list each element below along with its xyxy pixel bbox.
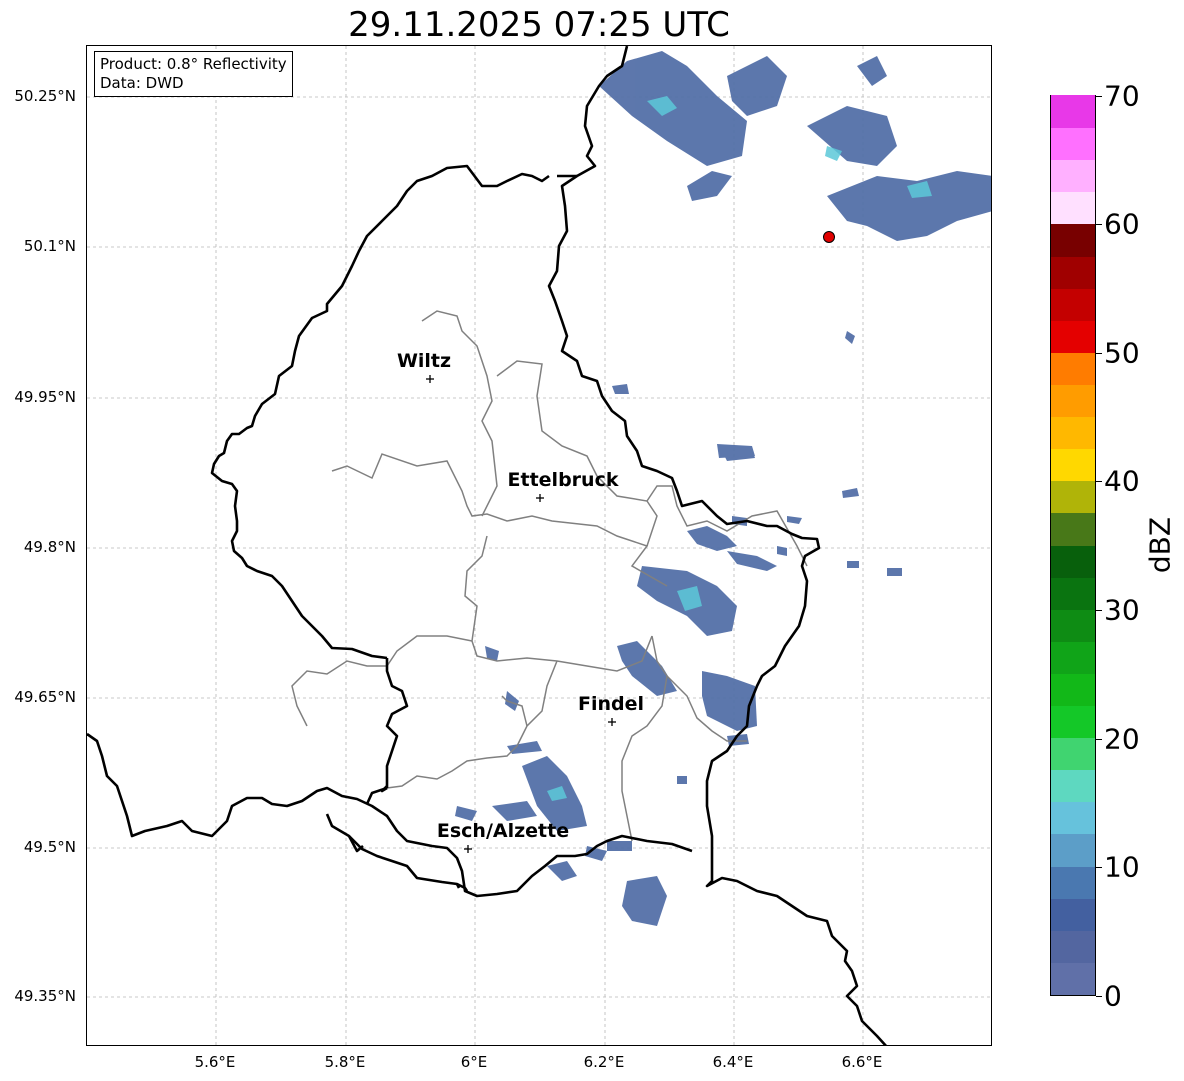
colorbar-segment	[1051, 898, 1095, 931]
lat-label: 49.65°N	[14, 688, 76, 706]
colorbar-tick	[1096, 739, 1102, 740]
lat-label: 49.35°N	[14, 987, 76, 1005]
colorbar-segment	[1051, 159, 1095, 193]
colorbar-segment	[1051, 288, 1095, 321]
colorbar	[1050, 95, 1096, 996]
colorbar-segment	[1051, 255, 1095, 289]
colorbar-segment	[1051, 223, 1095, 257]
lon-label: 5.6°E	[194, 1053, 236, 1071]
lon-label: 5.8°E	[324, 1053, 366, 1071]
colorbar-segment	[1051, 480, 1095, 514]
colorbar-segment	[1051, 384, 1095, 418]
colorbar-tick-label: 50	[1104, 336, 1140, 370]
map-canvas	[87, 46, 991, 1045]
colorbar-segment	[1051, 833, 1095, 867]
city-label-wiltz: Wiltz	[396, 350, 452, 372]
colorbar-segment	[1051, 641, 1095, 674]
colorbar-tick	[1096, 867, 1102, 868]
city-label-ettelbruck: Ettelbruck	[507, 469, 619, 491]
colorbar-tick-label: 30	[1104, 593, 1140, 627]
colorbar-segment	[1051, 512, 1095, 546]
colorbar-tick	[1096, 996, 1102, 997]
radar-map[interactable]	[86, 45, 992, 1046]
radar-site-marker	[823, 231, 835, 243]
colorbar-tick	[1096, 224, 1102, 225]
lon-label: 6.4°E	[712, 1053, 754, 1071]
colorbar-segment	[1051, 705, 1095, 739]
colorbar-tick	[1096, 353, 1102, 354]
colorbar-segment	[1051, 801, 1095, 835]
colorbar-segment	[1051, 416, 1095, 450]
city-label-findel: Findel	[577, 693, 645, 715]
lat-label: 49.5°N	[23, 838, 76, 856]
lon-label: 6.6°E	[841, 1053, 883, 1071]
colorbar-segment	[1051, 95, 1095, 129]
lat-label: 49.8°N	[23, 538, 76, 556]
colorbar-segment	[1051, 737, 1095, 771]
colorbar-tick	[1096, 610, 1102, 611]
colorbar-segment	[1051, 962, 1095, 995]
colorbar-segment	[1051, 320, 1095, 353]
colorbar-segment	[1051, 544, 1095, 578]
colorbar-segment	[1051, 127, 1095, 161]
colorbar-segment	[1051, 673, 1095, 707]
lon-label: 6°E	[460, 1053, 488, 1071]
colorbar-segment	[1051, 865, 1095, 899]
colorbar-segment	[1051, 191, 1095, 225]
colorbar-tick	[1096, 481, 1102, 482]
colorbar-tick-label: 0	[1104, 979, 1122, 1013]
product-info-box: Product: 0.8° Reflectivity Data: DWD	[94, 51, 293, 97]
lon-label: 6.2°E	[583, 1053, 625, 1071]
colorbar-segment	[1051, 577, 1095, 610]
national-border	[87, 46, 887, 1045]
colorbar-segment	[1051, 609, 1095, 642]
product-label: Product: 0.8° Reflectivity	[100, 55, 287, 73]
city-label-esch-alzette: Esch/Alzette	[436, 820, 570, 842]
colorbar-segment	[1051, 930, 1095, 963]
lat-label: 50.25°N	[14, 87, 76, 105]
lat-label: 50.1°N	[23, 237, 76, 255]
colorbar-tick-label: 20	[1104, 722, 1140, 756]
colorbar-tick-label: 40	[1104, 464, 1140, 498]
colorbar-segment	[1051, 352, 1095, 385]
data-source-label: Data: DWD	[100, 74, 184, 92]
city-markers	[426, 375, 616, 853]
colorbar-label: dBZ	[1143, 516, 1177, 574]
colorbar-segment	[1051, 769, 1095, 803]
colorbar-segment	[1051, 448, 1095, 482]
map-title: 29.11.2025 07:25 UTC	[348, 5, 730, 45]
colorbar-tick	[1096, 96, 1102, 97]
colorbar-tick-label: 70	[1104, 79, 1140, 113]
colorbar-tick-label: 60	[1104, 207, 1140, 241]
colorbar-tick-label: 10	[1104, 850, 1140, 884]
lat-label: 49.95°N	[14, 388, 76, 406]
